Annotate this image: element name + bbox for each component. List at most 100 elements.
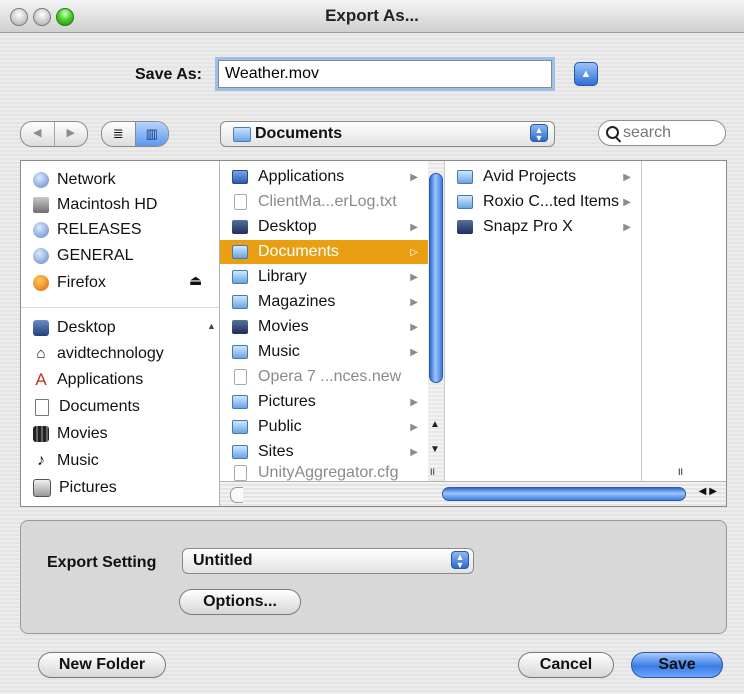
- list-item[interactable]: Roxio C...ted Items ▶: [445, 190, 641, 214]
- sidebar-item-firefox[interactable]: Firefox: [33, 272, 106, 294]
- disclosure-up-icon: ▲: [580, 68, 592, 80]
- scrollbar-thumb[interactable]: [442, 487, 686, 501]
- text-file-icon: [234, 194, 247, 210]
- sidebar-item-releases[interactable]: RELEASES: [33, 219, 141, 241]
- disclosure-arrow-icon: ▶: [623, 196, 631, 208]
- network-globe-icon: [33, 172, 49, 188]
- list-item-label: Desktop: [258, 218, 317, 235]
- title-bar: Export As...: [0, 0, 744, 33]
- save-as-filename-field[interactable]: [218, 60, 552, 88]
- search-input[interactable]: [623, 123, 719, 143]
- sidebar-item-applications[interactable]: A Applications: [33, 369, 143, 391]
- expand-dialog-button[interactable]: ▲: [574, 62, 598, 86]
- list-item-label: Public: [258, 418, 302, 435]
- file-icon: [234, 465, 247, 481]
- sidebar-item-pictures[interactable]: Pictures: [33, 477, 117, 499]
- list-item[interactable]: Public ▶: [220, 415, 428, 439]
- sidebar-item-label: Documents: [59, 398, 140, 415]
- file-browser: Network Macintosh HD RELEASES GENERAL Fi…: [20, 160, 727, 507]
- magnifier-icon: [606, 126, 619, 139]
- sidebar-item-home[interactable]: ⌂ avidtechnology: [33, 343, 164, 365]
- list-item[interactable]: Movies ▶: [220, 315, 428, 339]
- documents-folder-icon: [232, 245, 248, 259]
- disclosure-arrow-icon: ▶: [410, 421, 418, 433]
- disclosure-arrow-icon: ▶: [410, 296, 418, 308]
- list-item-label: Roxio C...ted Items: [483, 193, 620, 210]
- search-field[interactable]: [598, 120, 726, 146]
- list-item[interactable]: Avid Projects ▶: [445, 165, 641, 189]
- list-item-label: UnityAggregator.cfg: [258, 465, 399, 481]
- folder-icon: [232, 295, 248, 309]
- folder-icon: [457, 170, 473, 184]
- folder-icon: [232, 270, 248, 284]
- hard-disk-icon: [33, 197, 49, 213]
- browser-column-1: Applications ▶ ClientMa...erLog.txt Desk…: [220, 161, 429, 481]
- disclosure-arrow-icon: ▶: [410, 446, 418, 458]
- list-view-button[interactable]: ≣: [102, 122, 135, 146]
- scroll-left-right-icon[interactable]: ◀▶: [699, 486, 720, 497]
- sidebar-item-macintosh-hd[interactable]: Macintosh HD: [33, 194, 157, 216]
- file-icon: [234, 369, 247, 385]
- list-item[interactable]: Pictures ▶: [220, 390, 428, 414]
- column-view-button[interactable]: ▥: [134, 122, 168, 146]
- sidebar-item-label: RELEASES: [57, 221, 142, 238]
- list-item[interactable]: Desktop ▶: [220, 215, 428, 239]
- public-folder-icon: [232, 420, 248, 434]
- list-item-label: Avid Projects: [483, 168, 577, 185]
- sidebar-item-label: avidtechnology: [57, 345, 164, 362]
- list-item[interactable]: Opera 7 ...nces.new: [220, 365, 428, 389]
- scroll-down-icon[interactable]: ▼: [430, 444, 440, 455]
- options-button[interactable]: Options...: [179, 589, 301, 615]
- sidebar-item-general[interactable]: GENERAL: [33, 245, 133, 267]
- scrollbar-thumb[interactable]: [429, 173, 443, 383]
- list-item-label: Documents: [258, 243, 339, 260]
- scroll-up-icon[interactable]: ▲: [430, 419, 440, 430]
- column-resize-icon[interactable]: II: [430, 467, 435, 477]
- export-settings-panel: Export Setting Untitled ▲ ▼ Options...: [20, 520, 727, 634]
- sidebar-item-network[interactable]: Network: [33, 169, 116, 191]
- disclosure-arrow-icon: ▶: [410, 171, 418, 183]
- export-setting-popup[interactable]: Untitled ▲ ▼: [182, 548, 474, 574]
- network-volume-icon: [33, 222, 49, 238]
- list-item-selected[interactable]: Documents ▷: [220, 240, 428, 264]
- export-setting-label: Export Setting: [47, 554, 157, 571]
- sidebar-item-desktop[interactable]: Desktop: [33, 317, 116, 339]
- folder-icon: [457, 195, 473, 209]
- list-item[interactable]: Applications ▶: [220, 165, 428, 189]
- disclosure-arrow-icon: ▶: [410, 221, 418, 233]
- disclosure-arrow-icon: ▶: [623, 221, 631, 233]
- popup-arrows-icon: ▲ ▼: [451, 551, 469, 570]
- list-item[interactable]: ClientMa...erLog.txt: [220, 190, 428, 214]
- list-item[interactable]: Snapz Pro X ▶: [445, 215, 641, 239]
- sidebar-item-label: Music: [57, 452, 99, 469]
- back-button[interactable]: ◀: [21, 122, 54, 146]
- list-item[interactable]: UnityAggregator.cfg: [220, 465, 428, 481]
- disclosure-arrow-icon: ▷: [410, 246, 418, 258]
- back-forward-buttons: ◀ ▶: [20, 121, 88, 147]
- list-item-label: ClientMa...erLog.txt: [258, 193, 397, 210]
- applications-folder-icon: [232, 170, 248, 184]
- list-item[interactable]: Sites ▶: [220, 440, 428, 464]
- list-item-label: Sites: [258, 443, 294, 460]
- horizontal-scrollbar[interactable]: ◀▶: [220, 481, 726, 506]
- sidebar-resize-handle[interactable]: ▲: [207, 321, 216, 331]
- column-resize-icon[interactable]: II: [678, 467, 683, 477]
- save-button[interactable]: Save: [631, 652, 723, 678]
- sidebar-item-documents[interactable]: Documents: [33, 396, 140, 418]
- new-folder-button[interactable]: New Folder: [38, 652, 166, 678]
- disclosure-arrow-icon: ▶: [410, 321, 418, 333]
- list-item[interactable]: Library ▶: [220, 265, 428, 289]
- sidebar: Network Macintosh HD RELEASES GENERAL Fi…: [21, 161, 220, 506]
- forward-button[interactable]: ▶: [53, 122, 88, 146]
- list-item[interactable]: Music ▶: [220, 340, 428, 364]
- location-popup[interactable]: Documents ▲ ▼: [220, 121, 555, 147]
- column-scrollbar[interactable]: ▲ ▼ II: [428, 161, 445, 481]
- document-icon: [35, 398, 49, 416]
- sidebar-divider: [21, 307, 219, 308]
- sidebar-item-movies[interactable]: Movies: [33, 423, 108, 445]
- view-mode-buttons: ≣ ▥: [101, 121, 169, 147]
- cancel-button[interactable]: Cancel: [518, 652, 614, 678]
- list-item[interactable]: Magazines ▶: [220, 290, 428, 314]
- sidebar-item-music[interactable]: ♪ Music: [33, 450, 99, 472]
- eject-icon[interactable]: ⏏: [189, 272, 202, 289]
